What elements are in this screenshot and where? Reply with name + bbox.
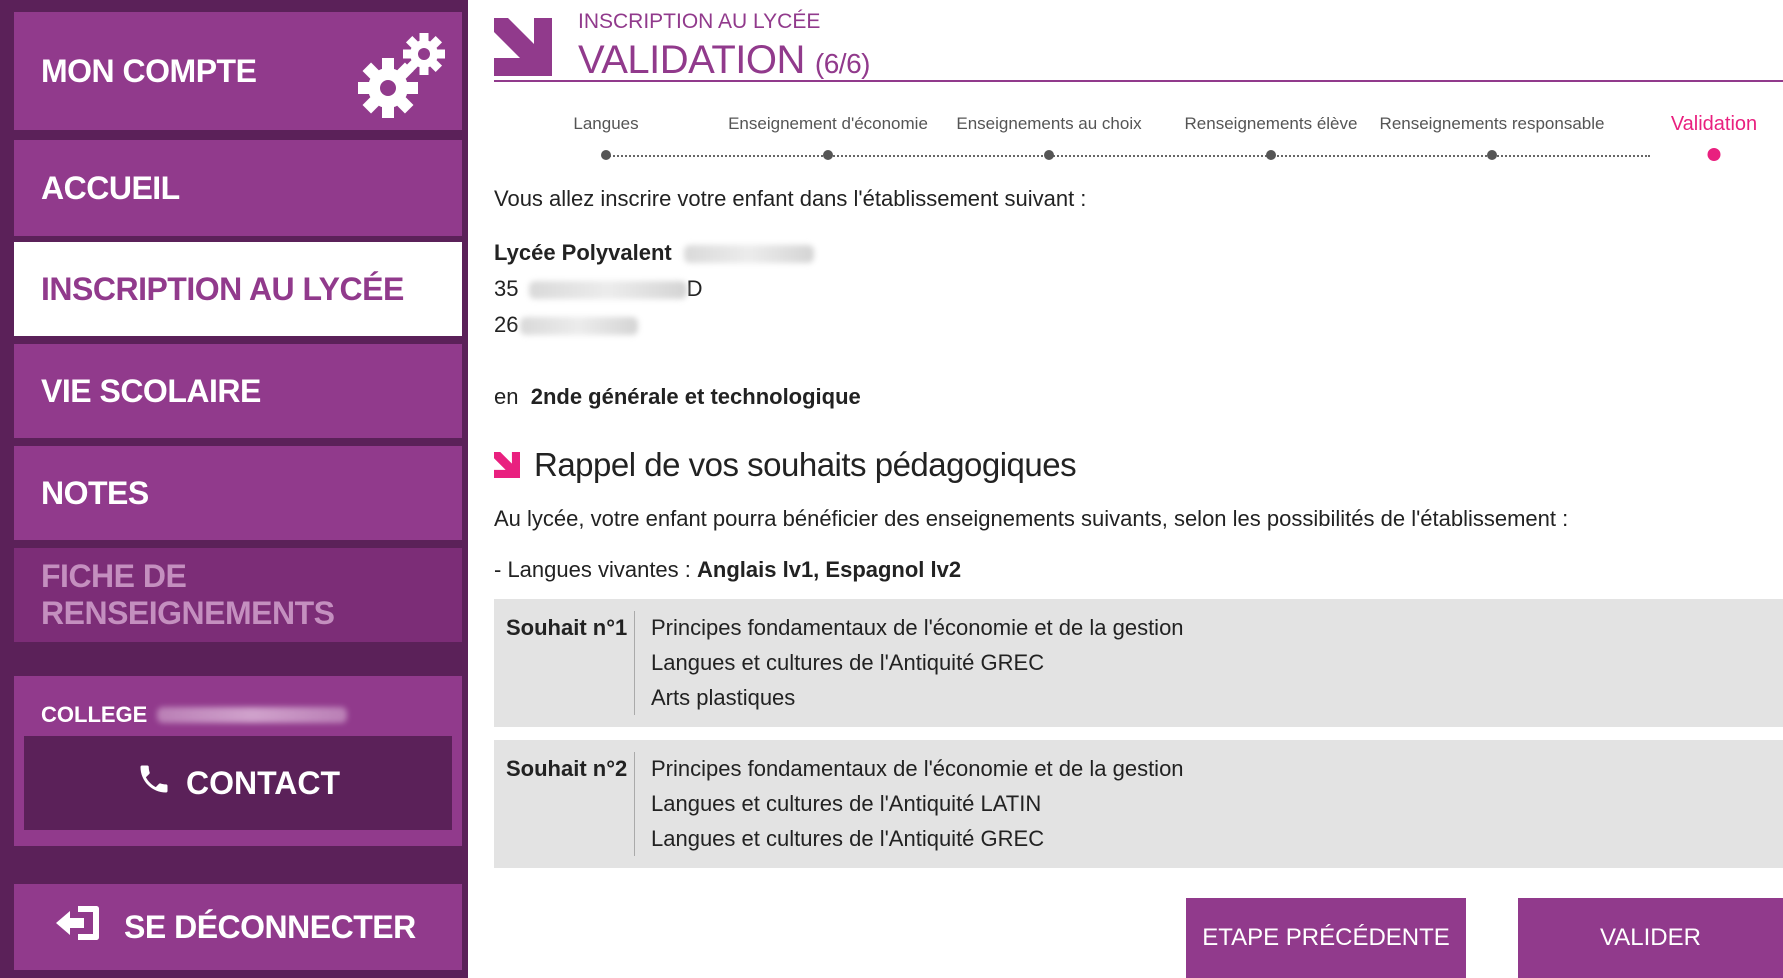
my-account-button[interactable]: MON COMPTE [14,12,462,130]
wish-item: Arts plastiques [651,685,796,710]
sidebar-item-label: INSCRIPTION AU LYCÉE [41,270,404,307]
step-dot-economie [823,150,833,160]
step-dot-choix [1044,150,1054,160]
wish-block: Souhait n°1 Principes fondamentaux de l'… [494,599,1783,727]
sidebar-item-vie-scolaire[interactable]: VIE SCOLAIRE [14,344,462,438]
logout-icon [54,904,100,950]
redacted-school-name [683,245,814,264]
redacted-college-name [157,707,348,723]
sidebar: MON COMPTE ACCUEIL INSCRIPTION AU LYCÉE … [0,0,468,978]
step-label-choix: Enseignements au choix [956,114,1142,133]
sidebar-item-notes[interactable]: NOTES [14,446,462,540]
college-label: COLLEGE [41,702,148,727]
contact-label: CONTACT [185,764,341,801]
page-subtitle: INSCRIPTION AU LYCÉE [578,10,821,33]
step-label-responsable: Renseignements responsable [1379,114,1605,133]
sidebar-item-label: ACCUEIL [41,169,180,206]
gears-icon [350,26,450,126]
step-dot-eleve [1266,150,1276,160]
section-intro: Au lycée, votre enfant pourra bénéficier… [494,506,1569,531]
step-label-validation: Validation [1670,113,1758,135]
school-address: 35 D [494,276,703,302]
step-dot-responsable [1487,150,1497,160]
step-label-eleve: Renseignements élève [1184,114,1358,133]
header-divider [494,80,1783,82]
college-contact-box: COLLEGE CONTACT [14,676,462,846]
contact-button[interactable]: CONTACT [24,736,452,830]
class-name: 2nde générale et technologique [530,384,861,409]
logout-label: SE DÉCONNECTER [124,908,416,945]
redacted-street [528,281,687,300]
sidebar-item-fiche-renseignements[interactable]: FICHE DE RENSEIGNEMENTS [14,548,462,642]
postal-prefix: 26 [494,312,519,337]
wish-block: Souhait n°2 Principes fondamentaux de l'… [494,740,1783,868]
my-account-label: MON COMPTE [41,52,257,89]
wish-label: Souhait n°1 [506,615,628,640]
page-title: VALIDATION (6/6) [578,38,870,83]
step-label-economie: Enseignement d'économie [728,114,928,133]
arrow-down-right-icon [494,452,520,478]
languages-value: Anglais lv1, Espagnol lv2 [697,557,962,582]
sidebar-item-label: VIE SCOLAIRE [41,372,261,409]
step-counter: (6/6) [814,48,871,79]
step-dot-langues [601,150,611,160]
intro-text: Vous allez inscrire votre enfant dans l'… [494,186,1087,211]
validate-button[interactable]: VALIDER [1518,898,1783,978]
arrow-down-right-icon [494,18,552,76]
wish-label: Souhait n°2 [506,756,628,781]
languages-prefix: - Langues vivantes : [494,557,691,582]
wish-list: Principes fondamentaux de l'économie et … [635,599,1184,727]
step-progress: Langues Enseignement d'économie Enseigne… [494,104,1783,164]
address-number: 35 [494,276,519,301]
sidebar-item-label: NOTES [41,474,149,511]
wish-item: Principes fondamentaux de l'économie et … [651,756,1184,781]
page-title-text: VALIDATION [578,38,805,82]
section-title: Rappel de vos souhaits pédagogiques [534,446,1077,483]
school-name: Lycée Polyvalent [494,240,814,266]
class-prefix: en [494,384,519,409]
school-city: 26 [494,312,639,338]
class-line: en 2nde générale et technologique [494,384,861,410]
college-name: COLLEGE [41,702,348,728]
languages-line: - Langues vivantes : Anglais lv1, Espagn… [494,557,961,583]
previous-step-button[interactable]: ETAPE PRÉCÉDENTE [1186,898,1466,978]
school-name-text: Lycée Polyvalent [494,240,672,265]
phone-icon [136,761,172,805]
address-end: D [686,276,703,301]
wish-item: Principes fondamentaux de l'économie et … [651,615,1184,640]
main-content: INSCRIPTION AU LYCÉE VALIDATION (6/6) Lan… [494,0,1783,978]
step-label-langues: Langues [573,114,639,133]
sidebar-item-accueil[interactable]: ACCUEIL [14,140,462,236]
step-dot-validation [1707,148,1721,161]
wish-list: Principes fondamentaux de l'économie et … [635,740,1184,868]
wish-item: Langues et cultures de l'Antiquité GREC [651,650,1045,675]
sidebar-item-label: FICHE DE RENSEIGNEMENTS [41,558,335,631]
wish-item: Langues et cultures de l'Antiquité LATIN [651,791,1042,816]
redacted-city [520,317,639,336]
logout-button[interactable]: SE DÉCONNECTER [14,884,462,970]
sidebar-item-inscription[interactable]: INSCRIPTION AU LYCÉE [14,242,462,336]
wish-item: Langues et cultures de l'Antiquité GREC [651,826,1045,851]
